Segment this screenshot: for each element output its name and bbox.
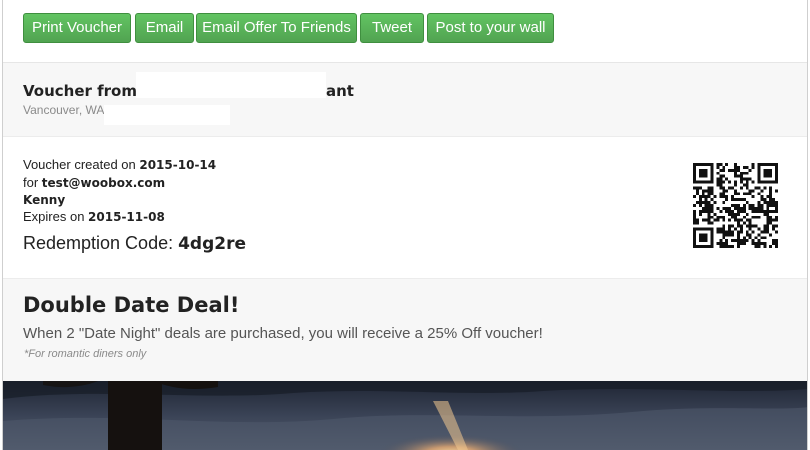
expires-line: Expires on 2015-11-08	[23, 209, 165, 224]
recipient-email: test@woobox.com	[41, 176, 166, 190]
email-button[interactable]: Email	[135, 13, 194, 43]
print-voucher-button[interactable]: Print Voucher	[23, 13, 131, 43]
expires-date: 2015-11-08	[88, 210, 165, 224]
voucher-card: Print Voucher Email Email Offer To Frien…	[2, 0, 808, 450]
redemption-label: Redemption Code:	[23, 233, 179, 253]
voucher-page: Print Voucher Email Email Offer To Frien…	[0, 0, 810, 450]
deal-section: Double Date Deal! When 2 "Date Night" de…	[3, 279, 807, 381]
recipient-line: for test@woobox.com	[23, 175, 165, 190]
post-to-wall-button[interactable]: Post to your wall	[427, 13, 554, 43]
created-label: Voucher created on	[23, 157, 140, 172]
expires-label: Expires on	[23, 209, 89, 224]
merchant-header: Voucher from Your Favorite Restaurant Va…	[3, 63, 807, 137]
redemption-code: 4dg2re	[178, 234, 247, 254]
redaction-block	[136, 72, 326, 98]
redemption-code-line: Redemption Code: 4dg2re	[23, 233, 246, 254]
recipient-label: for	[23, 175, 42, 190]
action-bar: Print Voucher Email Email Offer To Frien…	[3, 0, 807, 63]
created-date: 2015-10-14	[139, 158, 217, 172]
merchant-location: Vancouver, WA	[23, 103, 105, 117]
deal-footnote: *For romantic diners only	[24, 348, 147, 360]
deal-title: Double Date Deal!	[23, 293, 240, 317]
restaurant-photo	[3, 381, 807, 450]
deal-description: When 2 "Date Night" deals are purchased,…	[23, 325, 543, 342]
email-offer-to-friends-button[interactable]: Email Offer To Friends	[196, 13, 357, 43]
created-line: Voucher created on 2015-10-14	[23, 157, 216, 172]
qr-code	[693, 163, 778, 248]
recipient-name-line: Kenny	[23, 192, 65, 207]
voucher-details: Voucher created on 2015-10-14 for test@w…	[3, 137, 807, 279]
tweet-button[interactable]: Tweet	[360, 13, 424, 43]
sunset-photo-image	[3, 381, 807, 450]
recipient-name: Kenny	[23, 193, 66, 207]
redaction-block	[104, 105, 230, 125]
